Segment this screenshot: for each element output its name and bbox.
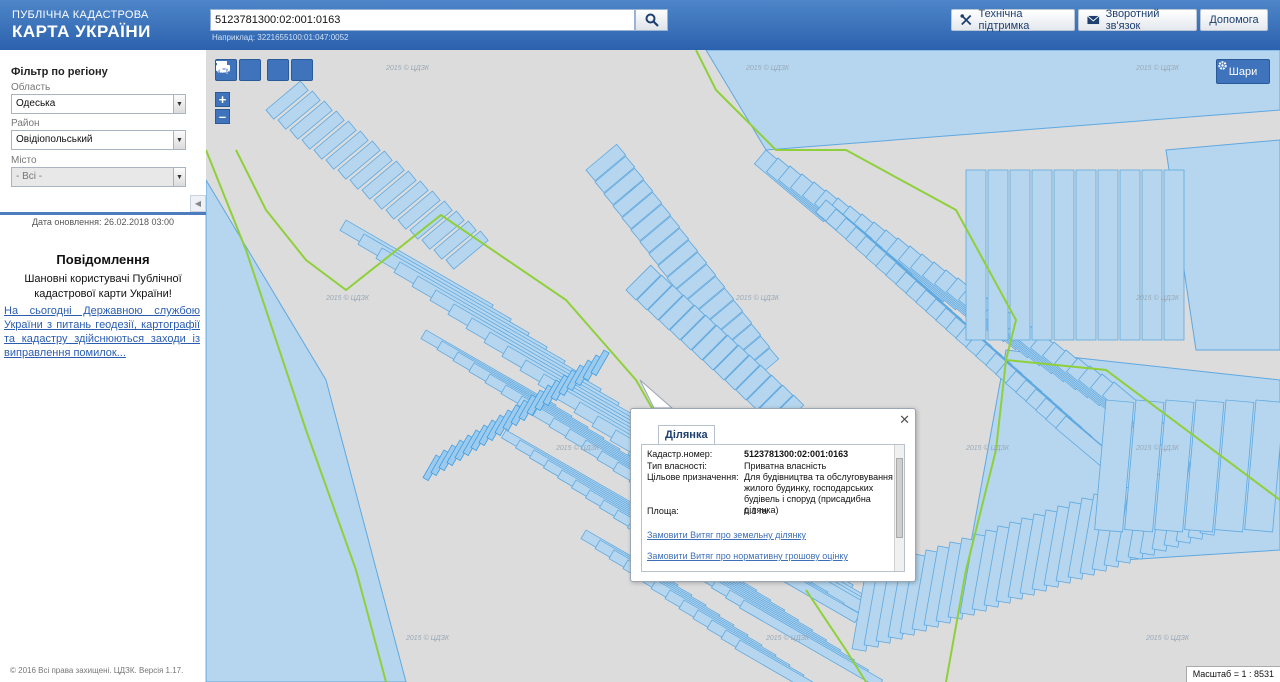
- close-icon[interactable]: ✕: [899, 412, 910, 428]
- watermark: 2015 © ЦДЗК: [735, 294, 780, 302]
- parcel: [987, 169, 1009, 341]
- field-key: Тип власності:: [647, 461, 707, 471]
- field-value: Приватна власність: [744, 461, 827, 471]
- logo-line2: КАРТА УКРАЇНИ: [12, 22, 151, 41]
- sidebar: Фільтр по регіону Область Одеська ▼ Райо…: [0, 50, 206, 682]
- chevron-down-icon: ▼: [173, 95, 185, 113]
- update-date: Дата оновлення: 26.02.2018 03:00: [31, 217, 175, 227]
- notice-link[interactable]: На сьогодні Державною службою України з …: [4, 304, 200, 360]
- parcel: [1075, 169, 1097, 341]
- chevron-down-icon: ▼: [173, 131, 185, 149]
- field-key: Кадастр.номер:: [647, 449, 713, 459]
- district-value: Овідіопольський: [16, 134, 93, 145]
- scale-indicator: Масштаб = 1 : 8531: [1185, 666, 1280, 682]
- parcel-area: [705, 50, 1280, 151]
- map-canvas[interactable]: 2015 © ЦДЗК 2015 © ЦДЗК 2015 © ЦДЗК 2015 © …: [206, 50, 1280, 682]
- field-value: 0.1 га: [744, 506, 768, 516]
- watermark: 2015 © ЦДЗК: [1135, 64, 1180, 72]
- watermark: 2015 © ЦДЗК: [555, 444, 600, 452]
- parcel: [965, 169, 987, 341]
- parcel: [1163, 169, 1185, 341]
- chevron-down-icon: ▼: [173, 168, 185, 186]
- support-button[interactable]: Технічна підтримка: [951, 8, 1075, 32]
- header: ПУБЛІЧНА КАДАСТРОВА КАРТА УКРАЇНИ Наприк…: [0, 0, 1280, 50]
- watermark: 2015 © ЦДЗК: [1135, 444, 1180, 452]
- city-select[interactable]: - Всі - ▼: [11, 167, 186, 187]
- parcel: [1119, 169, 1141, 341]
- envelope-icon: [1087, 15, 1100, 25]
- district-label: Район: [11, 118, 40, 129]
- measure-area-button[interactable]: M²: [216, 59, 261, 81]
- search-example: Наприклад: 3221655100:01:047:0052: [212, 33, 349, 42]
- field-value: 5123781300:02:001:0163: [744, 449, 849, 459]
- tab-parcel[interactable]: Ділянка: [658, 425, 715, 444]
- notice-text: Шановні користувачі Публічної кадастрово…: [24, 273, 182, 300]
- order-extract-link[interactable]: Замовити Витяг про земельну ділянку: [647, 530, 806, 540]
- watermark: 2015 © ЦДЗК: [745, 64, 790, 72]
- district-select[interactable]: Овідіопольський ▼: [11, 130, 186, 150]
- city-label: Місто: [11, 155, 37, 166]
- watermark: 2015 © ЦДЗК: [1145, 634, 1190, 642]
- identify-button[interactable]: ?: [217, 59, 313, 81]
- logo-line1: ПУБЛІЧНА КАДАСТРОВА: [12, 9, 149, 21]
- region-select[interactable]: Одеська ▼: [11, 94, 186, 114]
- parcel: [1053, 169, 1075, 341]
- tools-icon: [960, 14, 972, 26]
- watermark: 2015 © ЦДЗК: [325, 294, 370, 302]
- watermark: 2015 © ЦДЗК: [405, 634, 450, 642]
- search-button[interactable]: [635, 9, 668, 31]
- notice-title: Повідомлення: [56, 252, 150, 267]
- help-button[interactable]: Допомога: [1200, 9, 1268, 31]
- field-key: Площа:: [647, 506, 679, 516]
- zoom-out-button[interactable]: –: [215, 109, 230, 124]
- cadastral-map[interactable]: 2015 © ЦДЗК 2015 © ЦДЗК 2015 © ЦДЗК 2015 © …: [206, 50, 1280, 682]
- filter-title: Фільтр по регіону: [11, 66, 108, 78]
- feedback-button[interactable]: Зворотний зв'язок: [1078, 8, 1197, 32]
- order-valuation-link[interactable]: Замовити Витяг про нормативну грошову оц…: [647, 551, 848, 561]
- parcel-info-popup: ✕ Ділянка Кадастр.номер: 5123781300:02:0…: [630, 408, 916, 582]
- search-input[interactable]: [210, 9, 635, 31]
- watermark: 2015 © ЦДЗК: [965, 444, 1010, 452]
- region-value: Одеська: [16, 98, 56, 109]
- popup-scrollbar[interactable]: [894, 445, 904, 571]
- copyright: © 2016 Всі права захищені. ЦДЗК. Версія …: [10, 666, 184, 675]
- layers-button[interactable]: Шари: [1216, 59, 1270, 84]
- zoom-in-button[interactable]: +: [215, 92, 230, 107]
- collapse-sidebar-button[interactable]: ◀: [190, 195, 206, 212]
- watermark: 2015 © ЦДЗК: [765, 634, 810, 642]
- parcel: [1141, 169, 1163, 341]
- watermark: 2015 © ЦДЗК: [385, 64, 430, 72]
- region-label: Область: [11, 82, 51, 93]
- help-label: Допомога: [1209, 14, 1259, 26]
- region-filter: Фільтр по регіону Область Одеська ▼ Райо…: [0, 50, 206, 215]
- scrollbar-thumb[interactable]: [896, 458, 903, 538]
- parcel: [1097, 169, 1119, 341]
- pointer-question-icon: ?: [217, 61, 230, 75]
- watermark: 2015 © ЦДЗК: [1135, 294, 1180, 302]
- map-toolbar: M M² ?: [215, 59, 313, 81]
- field-key: Цільове призначення:: [647, 472, 739, 482]
- svg-text:?: ?: [225, 67, 230, 75]
- site-logo[interactable]: ПУБЛІЧНА КАДАСТРОВА КАРТА УКРАЇНИ: [12, 9, 151, 41]
- feedback-label: Зворотний зв'язок: [1105, 8, 1160, 32]
- search-icon: [645, 13, 659, 27]
- support-label: Технічна підтримка: [978, 8, 1030, 32]
- popup-body: Кадастр.номер: 5123781300:02:001:0163 Ти…: [641, 444, 905, 572]
- city-value: - Всі -: [16, 171, 43, 182]
- print-button[interactable]: [216, 59, 289, 81]
- gear-icon: [1218, 61, 1227, 70]
- parcel: [1031, 169, 1053, 341]
- layers-label: Шари: [1228, 65, 1258, 78]
